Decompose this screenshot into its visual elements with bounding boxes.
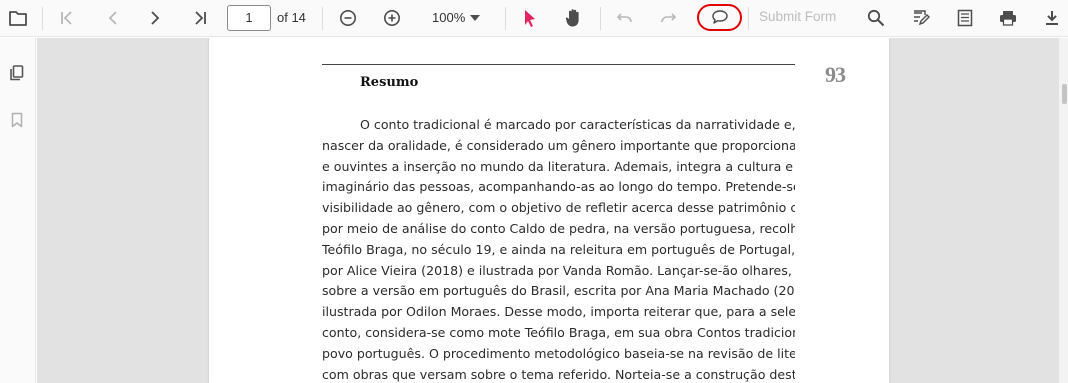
- header-rule: [322, 64, 795, 65]
- download-icon: [1046, 11, 1058, 25]
- edit-annotation-icon: [914, 10, 930, 26]
- text-select-button[interactable]: [518, 6, 542, 30]
- undo-icon: [616, 13, 632, 23]
- text-line: O conto tradicional é marcado por caract…: [360, 117, 795, 132]
- redo-button[interactable]: [656, 6, 680, 30]
- text-line: ilustrada por Odilon Moraes. Desse modo,…: [322, 304, 795, 320]
- abstract-text: O conto tradicional é marcado por caract…: [322, 115, 795, 383]
- pan-button[interactable]: [562, 5, 586, 31]
- section-heading: Resumo: [360, 75, 419, 90]
- text-line: com obras que versam sobre o tema referi…: [322, 366, 795, 382]
- text-select-icon: [525, 10, 535, 27]
- open-file-button[interactable]: [5, 6, 31, 30]
- page-thumbnails-button[interactable]: [6, 62, 28, 84]
- toolbar-separator: [748, 7, 749, 30]
- last-page-button[interactable]: [188, 6, 212, 30]
- text-line: e ouvintes a inserção no mundo da litera…: [322, 158, 795, 174]
- last-page-icon: [195, 11, 206, 25]
- text-line: conto, considera-se como mote Teófilo Br…: [322, 324, 795, 340]
- page-number: 93: [825, 62, 846, 87]
- undo-button[interactable]: [613, 6, 637, 30]
- print-button[interactable]: [996, 6, 1020, 30]
- pan-hand-icon: [565, 9, 579, 27]
- text-line: povo português. O procedimento metodológ…: [322, 345, 795, 361]
- text-line: visibilidade ao gênero, com o objetivo d…: [322, 200, 795, 216]
- page-count-label: of 14: [277, 10, 306, 25]
- print-icon: [1000, 11, 1016, 26]
- toolbar: 1 of 14 100% Submit Form: [0, 0, 1068, 37]
- edit-annotation-button[interactable]: [909, 6, 933, 30]
- toolbar-separator: [322, 7, 323, 30]
- previous-page-icon: [108, 11, 117, 25]
- text-line: sobre a versão em português do Brasil, e…: [322, 283, 795, 299]
- page-number-input[interactable]: 1: [227, 5, 271, 31]
- first-page-icon: [61, 11, 72, 25]
- bookmarks-button[interactable]: [6, 109, 28, 131]
- zoom-out-icon: [340, 10, 356, 26]
- download-button[interactable]: [1040, 6, 1064, 30]
- zoom-in-icon: [384, 10, 400, 26]
- zoom-out-button[interactable]: [336, 6, 360, 30]
- previous-page-button[interactable]: [101, 6, 125, 30]
- next-page-button[interactable]: [143, 6, 167, 30]
- text-line: Teófilo Braga, no século 19, e ainda na …: [322, 241, 795, 257]
- text-line: por meio de análise do conto Caldo de pe…: [322, 220, 795, 236]
- toolbar-separator: [505, 7, 506, 30]
- toolbar-separator: [42, 7, 43, 30]
- text-line: imaginário das pessoas, acompanhando-as …: [322, 179, 795, 195]
- first-page-button[interactable]: [55, 6, 79, 30]
- bookmark-icon: [11, 112, 23, 128]
- text-line: por Alice Vieira (2018) e ilustrada por …: [322, 262, 795, 278]
- zoom-level-dropdown[interactable]: 100%: [432, 10, 465, 25]
- page-thumbnails-icon: [10, 65, 24, 81]
- toolbar-separator: [600, 7, 601, 30]
- scrollbar-thumb[interactable]: [1062, 84, 1067, 104]
- chevron-down-icon: [470, 15, 480, 21]
- zoom-dropdown-toggle[interactable]: [468, 11, 482, 25]
- search-icon: [867, 9, 885, 27]
- zoom-in-button[interactable]: [380, 6, 404, 30]
- submit-form-button[interactable]: Submit Form: [759, 9, 836, 24]
- redo-icon: [661, 13, 677, 23]
- search-button[interactable]: [864, 6, 888, 30]
- document-viewer[interactable]: 93 Resumo O conto tradicional é marcado …: [37, 38, 1059, 383]
- text-line: nascer da oralidade, é considerado um gê…: [322, 137, 795, 153]
- form-fields-button[interactable]: [953, 6, 977, 30]
- comment-icon: [712, 10, 728, 24]
- next-page-icon: [151, 11, 160, 25]
- comment-button[interactable]: [707, 7, 733, 27]
- form-fields-icon: [957, 9, 973, 27]
- navigation-sidebar: [0, 38, 36, 383]
- open-file-icon: [9, 11, 27, 26]
- document-page: 93 Resumo O conto tradicional é marcado …: [209, 38, 889, 383]
